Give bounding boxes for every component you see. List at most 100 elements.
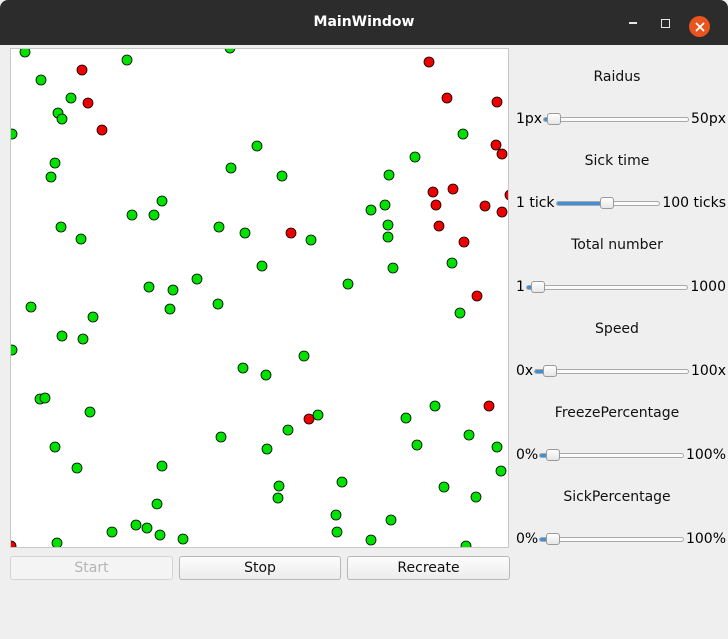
minimize-icon [629,22,637,24]
healthy-particle [225,162,237,174]
sick-particle [496,206,508,218]
healthy-particle [49,441,61,453]
total-number-slider[interactable] [526,281,688,293]
healthy-particle [25,301,37,313]
healthy-particle [130,519,142,531]
healthy-particle [141,522,153,534]
healthy-particle [215,431,227,443]
healthy-particle [491,441,503,453]
minimize-button[interactable] [624,14,642,32]
healthy-particle [273,480,285,492]
sick-time-slider-row: 1 tick 100 ticks [512,193,726,213]
healthy-particle [463,429,475,441]
freeze-percentage-min-label: 0% [516,447,539,463]
healthy-particle [282,424,294,436]
sick-time-slider-handle[interactable] [600,197,615,209]
sick-particle [82,97,94,109]
main-window: MainWindow Start Stop Recreate Raidus 1p… [0,0,728,639]
healthy-particle [495,465,507,477]
healthy-particle [11,344,18,356]
healthy-particle [460,540,472,547]
healthy-particle [49,157,61,169]
total-number-slider-row: 1 1000 [512,277,726,297]
healthy-particle [272,492,284,504]
speed-slider-handle[interactable] [543,365,558,377]
healthy-particle [446,257,458,269]
healthy-particle [261,443,273,455]
speed-max-label: 100x [690,363,726,379]
healthy-particle [106,526,118,538]
recreate-button[interactable]: Recreate [347,556,510,580]
sick-particle [471,290,483,302]
stop-button[interactable]: Stop [179,556,341,580]
radius-label: Raidus [593,69,641,85]
healthy-particle [237,362,249,374]
healthy-particle [75,233,87,245]
healthy-particle [121,54,133,66]
sick-particle [303,413,315,425]
freeze-percentage-slider[interactable] [539,449,684,461]
sick-percentage-label: SickPercentage [563,489,671,505]
sick-particle [483,400,495,412]
healthy-particle [409,151,421,163]
freeze-percentage-label: FreezePercentage [554,405,680,421]
radius-slider[interactable] [543,113,689,125]
healthy-particle [382,231,394,243]
healthy-particle [71,462,83,474]
maximize-icon [660,18,670,28]
sick-particle [433,220,445,232]
freeze-percentage-slider-handle[interactable] [546,449,561,461]
healthy-particle [379,199,391,211]
total-number-max-label: 1000 [690,279,726,295]
healthy-particle [51,537,63,547]
healthy-particle [212,298,224,310]
sick-time-min-label: 1 tick [516,195,555,211]
sick-particle [76,64,88,76]
sick-particle [504,189,508,201]
sick-time-max-label: 100 ticks [662,195,726,211]
healthy-particle [429,400,441,412]
total-number-min-label: 1 [516,279,525,295]
total-number-slider-handle[interactable] [531,281,546,293]
close-button[interactable] [689,16,710,37]
sick-percentage-slider-row: 0% 100% [512,529,726,549]
healthy-particle [56,330,68,342]
healthy-particle [305,234,317,246]
sick-particle [423,56,435,68]
sick-particle [427,186,439,198]
radius-slider-handle[interactable] [546,113,561,125]
healthy-particle [143,281,155,293]
sick-particle [430,199,442,211]
start-button[interactable]: Start [10,556,173,580]
healthy-particle [84,406,96,418]
radius-min-label: 1px [516,111,543,127]
healthy-particle [156,460,168,472]
healthy-particle [336,476,348,488]
maximize-button[interactable] [656,14,674,32]
sick-percentage-slider-handle[interactable] [546,533,561,545]
healthy-particle [365,204,377,216]
sick-percentage-slider[interactable] [539,533,684,545]
freeze-percentage-slider-row: 0% 100% [512,445,726,465]
healthy-particle [65,92,77,104]
healthy-particle [239,227,251,239]
healthy-particle [213,221,225,233]
healthy-particle [156,195,168,207]
healthy-particle [330,509,342,521]
speed-slider[interactable] [534,365,689,377]
healthy-particle [11,128,18,140]
healthy-particle [164,303,176,315]
simulation-svg [11,49,508,547]
healthy-particle [312,409,324,421]
healthy-particle [298,350,310,362]
sick-percentage-max-label: 100% [685,531,726,547]
healthy-particle [251,140,263,152]
healthy-particle [148,209,160,221]
healthy-particle [126,209,138,221]
title-bar[interactable]: MainWindow [0,0,728,45]
total-number-label: Total number [571,237,663,253]
sick-particle [458,236,470,248]
sick-time-slider[interactable] [556,197,660,209]
healthy-particle [385,514,397,526]
healthy-particle [387,262,399,274]
